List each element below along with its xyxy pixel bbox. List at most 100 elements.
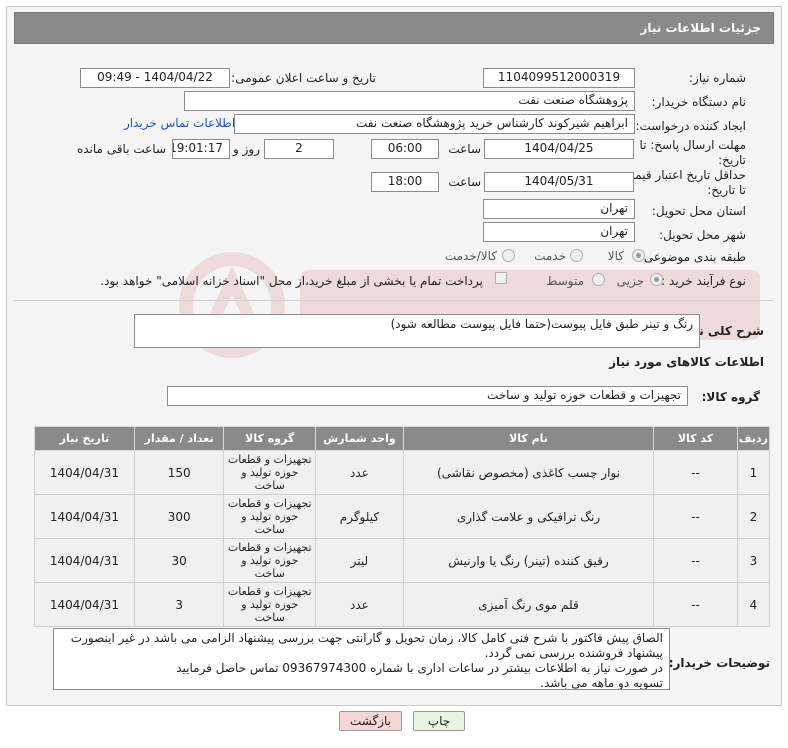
row-unit: کیلوگرم (315, 494, 404, 539)
row-name: رنگ ترافیکی و علامت گذاری (402, 494, 655, 539)
price-time-field: 18:00 (371, 172, 439, 192)
row-group-line: ساخت (254, 611, 285, 624)
buyer-notes-textarea: الصاق پیش فاکتور با شرح فنی کامل کالا، ز… (53, 628, 670, 690)
table-row: 4 -- قلم موی رنگ آمیزی عدد تجهیزات و قطع… (34, 582, 771, 627)
category-radio-service[interactable] (570, 249, 583, 262)
row-date: 1404/04/31 (34, 538, 135, 583)
price-date-field: 1404/05/31 (484, 172, 634, 192)
row-group: تجهیزات و قطعات حوزه تولید و ساخت (223, 494, 317, 539)
buyer-notes-label: توضیحات خریدار: (668, 656, 770, 670)
treasury-payment-checkbox[interactable] (495, 272, 507, 284)
row-group-line: ساخت (254, 479, 285, 492)
table-header-row: ردیف کد کالا نام کالا واحد شمارش گروه کا… (34, 426, 771, 451)
row-unit: لیتر (315, 538, 404, 583)
col-name: نام کالا (402, 426, 655, 451)
row-group-line: ساخت (254, 567, 285, 580)
row-code: -- (653, 494, 738, 539)
treasury-payment-note: پرداخت تمام یا بخشی از مبلغ خرید،از محل … (100, 274, 483, 288)
row-group-line: حوزه تولید و (241, 554, 299, 567)
section-divider (14, 300, 774, 301)
row-group-line: تجهیزات و قطعات (227, 541, 312, 554)
table-row: 3 -- رقیق کننده (تینر) رنگ یا وارنیش لیت… (34, 538, 771, 583)
category-radio-goods[interactable] (632, 249, 645, 262)
row-unit: عدد (315, 450, 404, 495)
goods-group-field: تجهیزات و قطعات حوزه تولید و ساخت (167, 386, 688, 406)
table-row: 1 -- نوار چسب کاغذی (مخصوص نقاشی) عدد تج… (34, 450, 771, 495)
category-option-goods-service: کالا/خدمت (444, 249, 497, 263)
description-textarea: رنگ و تینر طبق فایل پیوست(حتما فایل پیوس… (134, 314, 700, 348)
creator-label: ایجاد کننده درخواست: (635, 119, 746, 133)
creator-field: ابراهیم شیرکوند کارشناس خرید پژوهشگاه صن… (234, 114, 635, 134)
remaining-label: ساعت باقی مانده (76, 142, 166, 156)
buyer-org-label: نام دستگاه خریدار: (651, 95, 747, 109)
col-code: کد کالا (653, 426, 738, 451)
print-button[interactable]: چاپ (413, 711, 465, 731)
row-group-line: حوزه تولید و (241, 510, 299, 523)
row-qty: 150 (133, 450, 225, 495)
row-name: نوار چسب کاغذی (مخصوص نقاشی) (402, 450, 655, 495)
row-index: 1 (736, 450, 771, 495)
category-option-service: خدمت (534, 249, 566, 263)
row-index: 4 (736, 582, 771, 627)
city-field: تهران (483, 222, 635, 242)
price-time-label: ساعت (448, 175, 481, 189)
buyer-notes-line: تسویه دو ماهه می باشد. (540, 676, 663, 690)
announce-datetime-field: 1404/04/22 - 09:49 (80, 68, 230, 88)
row-qty: 300 (133, 494, 225, 539)
deadline-time-field: 06:00 (371, 139, 439, 159)
row-index: 3 (736, 538, 771, 583)
row-unit: عدد (315, 582, 404, 627)
row-group: تجهیزات و قطعات حوزه تولید و ساخت (223, 538, 317, 583)
row-name: رقیق کننده (تینر) رنگ یا وارنیش (402, 538, 655, 583)
buyer-org-field: پژوهشگاه صنعت نفت (184, 91, 635, 111)
price-validity-label: حداقل تاریخ اعتبار قیمت: (619, 168, 746, 182)
col-date: تاریخ نیاز (34, 426, 135, 451)
buyer-contact-link[interactable]: اطلاعات تماس خریدار (124, 116, 235, 130)
goods-group-label: گروه کالا: (701, 390, 760, 404)
deadline-time-label: ساعت (448, 142, 481, 156)
process-label: نوع فرآیند خرید : (661, 274, 746, 288)
back-button[interactable]: بازگشت (339, 711, 402, 731)
row-code: -- (653, 450, 738, 495)
process-radio-medium[interactable] (592, 273, 605, 286)
category-label: طبقه بندی موضوعی: (639, 250, 746, 264)
page-title: جزئیات اطلاعات نیاز (640, 21, 761, 35)
items-table: ردیف کد کالا نام کالا واحد شمارش گروه کا… (34, 426, 771, 627)
announce-label: تاریخ و ساعت اعلان عمومی: (231, 71, 376, 85)
price-validity-label-date: تا تاریخ: (707, 183, 746, 197)
row-group-line: حوزه تولید و (241, 598, 299, 611)
process-radio-minor[interactable] (650, 273, 663, 286)
row-group-line: تجهیزات و قطعات (227, 497, 312, 510)
row-date: 1404/04/31 (34, 494, 135, 539)
province-field: تهران (483, 199, 635, 219)
deadline-label-date: تاریخ: (718, 153, 746, 167)
row-qty: 3 (133, 582, 225, 627)
col-unit: واحد شمارش (315, 426, 404, 451)
province-label: استان محل تحویل: (651, 204, 746, 218)
need-number-label: شماره نیاز: (689, 71, 746, 85)
goods-section-title: اطلاعات کالاهای مورد نیاز (609, 355, 764, 369)
deadline-label: مهلت ارسال پاسخ: تا (639, 138, 746, 152)
need-number-field: 1104099512000319 (483, 68, 635, 88)
category-option-goods: کالا (607, 249, 624, 263)
row-group-line: ساخت (254, 523, 285, 536)
row-qty: 30 (133, 538, 225, 583)
col-qty: تعداد / مقدار (133, 426, 225, 451)
row-group-line: حوزه تولید و (241, 466, 299, 479)
row-group-line: تجهیزات و قطعات (227, 453, 312, 466)
buyer-notes-line: پیشنهاد فروشنده بررسی نمی گردد. (484, 646, 663, 660)
row-code: -- (653, 538, 738, 583)
process-option-medium: متوسط (546, 274, 584, 288)
remaining-days-field: 2 (264, 139, 334, 159)
deadline-date-field: 1404/04/25 (484, 139, 634, 159)
page-header: جزئیات اطلاعات نیاز (14, 12, 774, 44)
row-group: تجهیزات و قطعات حوزه تولید و ساخت (223, 450, 317, 495)
table-row: 2 -- رنگ ترافیکی و علامت گذاری کیلوگرم ت… (34, 494, 771, 539)
row-group: تجهیزات و قطعات حوزه تولید و ساخت (223, 582, 317, 627)
category-radio-goods-service[interactable] (502, 249, 515, 262)
row-index: 2 (736, 494, 771, 539)
row-date: 1404/04/31 (34, 450, 135, 495)
col-index: ردیف (736, 426, 771, 451)
buyer-notes-line: در صورت نیاز به اطلاعات بیشتر در ساعات ا… (176, 661, 663, 675)
col-group: گروه کالا (223, 426, 317, 451)
